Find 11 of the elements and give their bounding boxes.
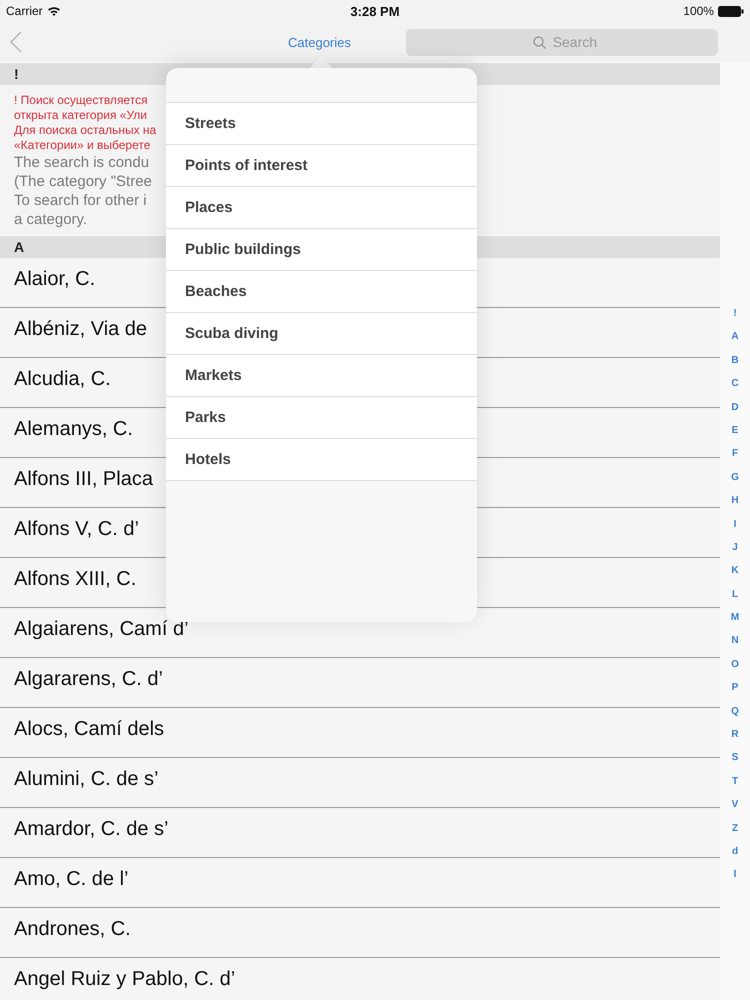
notice-text: (The category "Stree <box>14 172 152 191</box>
notice-text: To search for other i <box>14 191 147 210</box>
warning-text: открыта категория «Ули <box>14 108 147 123</box>
notice-text: The search is condu <box>14 153 150 172</box>
warning-text: Для поиска остальных на <box>14 123 156 138</box>
status-time: 3:28 PM <box>350 4 400 18</box>
warning-text: ! Поиск осуществляется <box>14 93 148 108</box>
carrier-label: Carrier <box>6 4 43 18</box>
warning-text: «Категории» и выберете <box>14 138 150 153</box>
notice-text: a category. <box>14 210 88 229</box>
battery-percent: 100% <box>683 4 714 18</box>
